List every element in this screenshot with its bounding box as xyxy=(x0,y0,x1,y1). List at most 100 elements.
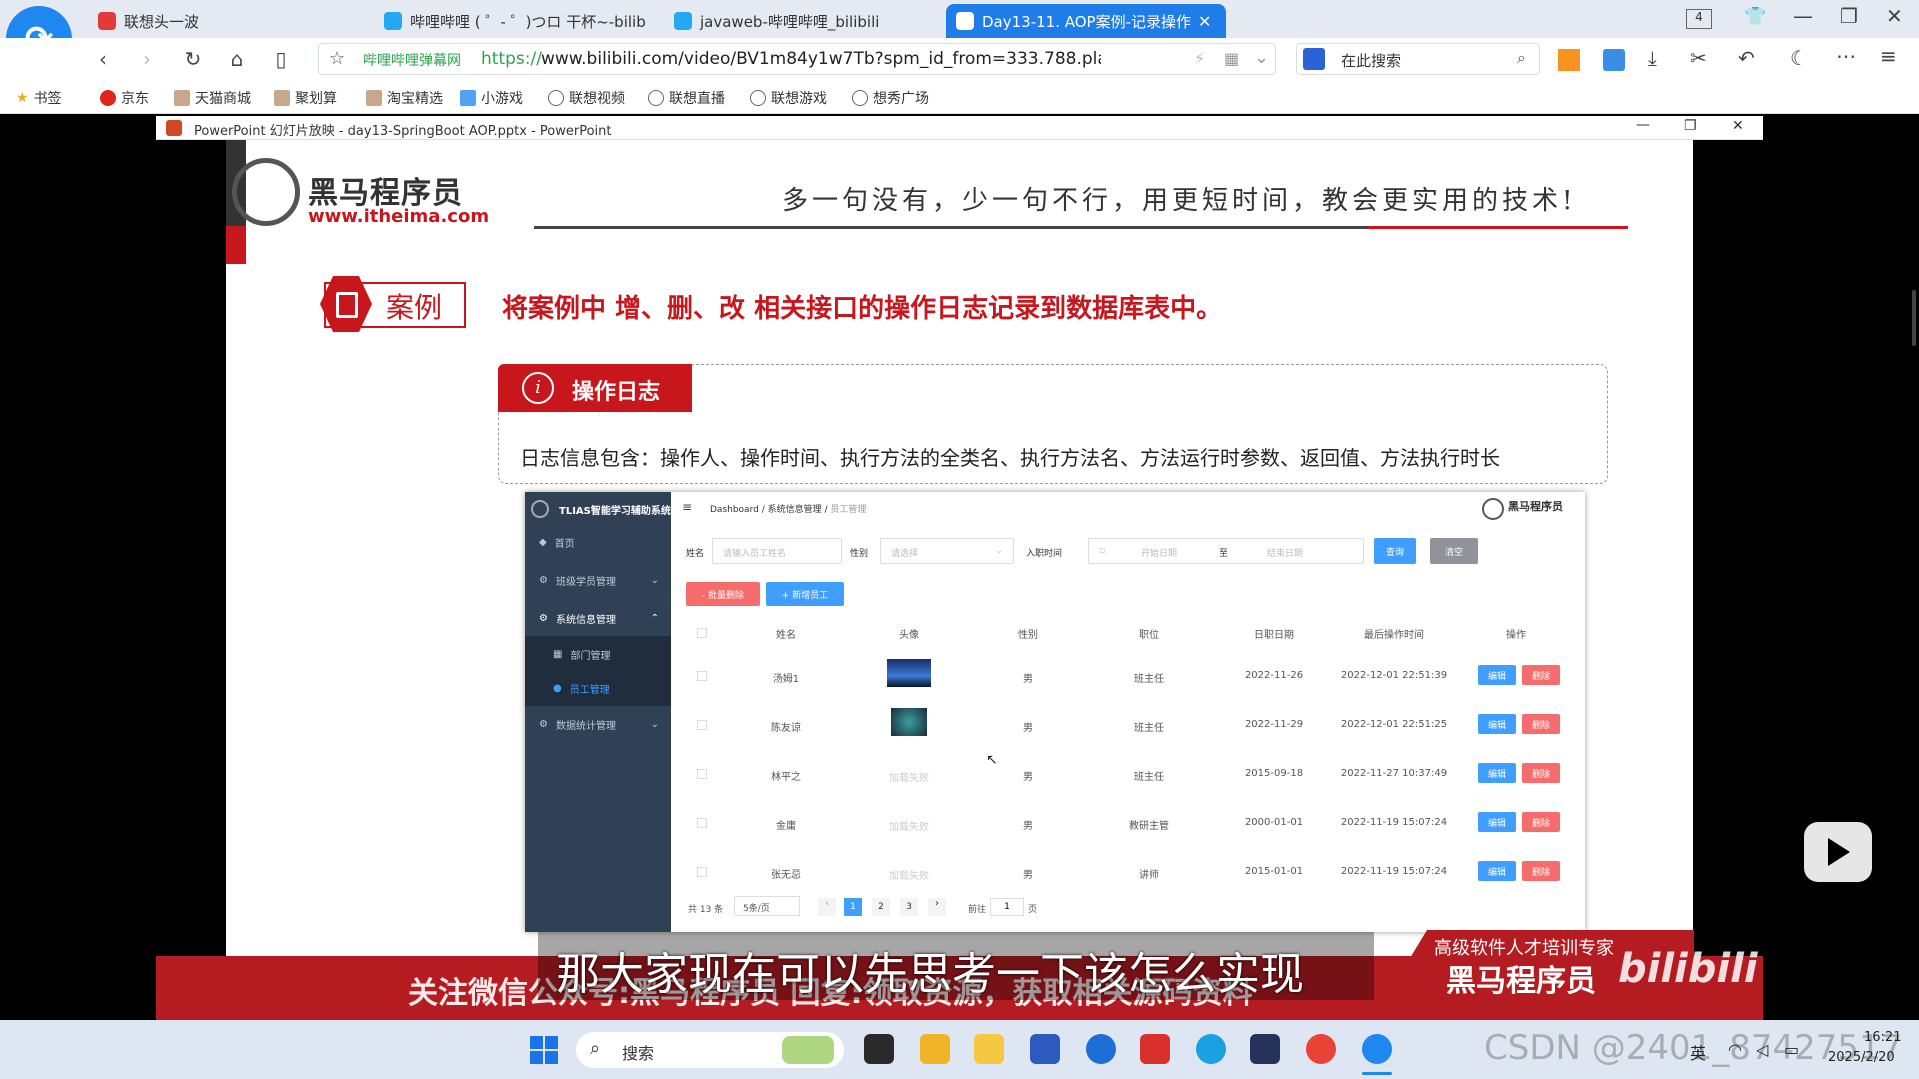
edit-button[interactable]: 编辑 xyxy=(1478,861,1516,881)
back-icon[interactable]: ‹ xyxy=(90,46,116,72)
page-1[interactable]: 1 xyxy=(844,898,862,916)
lenovo-icon[interactable] xyxy=(1086,1034,1116,1064)
delete-button[interactable]: 删除 xyxy=(1522,861,1560,881)
reading-mode-icon[interactable]: ▯ xyxy=(268,46,294,72)
store-icon[interactable] xyxy=(1030,1034,1060,1064)
taskbar-search[interactable]: ⌕ 搜索 xyxy=(576,1032,844,1068)
delete-button[interactable]: 删除 xyxy=(1522,665,1560,685)
shirt-icon[interactable]: 👕 xyxy=(1744,6,1766,27)
goto-input[interactable]: 1 xyxy=(990,898,1024,916)
bookmark-item[interactable]: 联想视频 xyxy=(548,88,625,108)
battery-icon[interactable]: ▭ xyxy=(1784,1040,1799,1059)
menu-home[interactable]: ◆ 首页 xyxy=(525,524,671,560)
search-engine-icon[interactable] xyxy=(1303,48,1325,70)
wifi-icon[interactable]: ◠ xyxy=(1728,1040,1742,1059)
tab-2[interactable]: 哔哩哔哩 ( ゜- ゜)つロ 干杯~-bilib xyxy=(374,4,646,38)
clock-date[interactable]: 2025/2/20 xyxy=(1828,1050,1895,1065)
app-icon[interactable] xyxy=(1250,1034,1280,1064)
volume-icon[interactable]: ◁ xyxy=(1756,1040,1768,1059)
bookmark-item[interactable]: 京东 xyxy=(100,88,149,108)
breadcrumb-item[interactable]: 系统信息管理 xyxy=(768,505,822,515)
chrome-icon[interactable] xyxy=(1306,1034,1336,1064)
restore-icon[interactable]: ❐ xyxy=(1684,118,1697,134)
bookmark-item[interactable]: 联想游戏 xyxy=(750,88,827,108)
menu-class[interactable]: ⚙ 班级学员管理 ⌄ xyxy=(525,562,671,598)
clock-time[interactable]: 16:21 xyxy=(1864,1030,1901,1045)
lightning-icon[interactable]: ⚡ xyxy=(1194,49,1205,68)
menu-stats[interactable]: ⚙ 数据统计管理 ⌄ xyxy=(525,706,671,742)
edit-button[interactable]: 编辑 xyxy=(1478,763,1516,783)
bookmark-item[interactable]: 聚划算 xyxy=(274,88,337,108)
ime-indicator[interactable]: 英 xyxy=(1690,1040,1706,1064)
search-input[interactable]: 在此搜索 xyxy=(1341,50,1401,71)
next-page-icon[interactable]: › xyxy=(928,898,946,916)
minimize-icon[interactable]: — xyxy=(1636,117,1650,133)
star-icon[interactable]: ☆ xyxy=(329,48,345,69)
page-2[interactable]: 2 xyxy=(872,898,890,916)
row-checkbox[interactable] xyxy=(697,720,707,730)
more-icon[interactable]: ⋯ xyxy=(1836,44,1856,68)
row-checkbox[interactable] xyxy=(697,671,707,681)
tab-count-badge[interactable]: 4 xyxy=(1686,9,1712,29)
send-icon[interactable] xyxy=(1603,49,1625,71)
start-icon[interactable] xyxy=(530,1036,558,1064)
delete-button[interactable]: 删除 xyxy=(1522,714,1560,734)
bookmark-item[interactable]: ★ 书签 xyxy=(16,88,62,108)
row-checkbox[interactable] xyxy=(697,867,707,877)
breadcrumb-item[interactable]: Dashboard xyxy=(710,505,759,515)
forward-icon[interactable]: › xyxy=(134,46,160,72)
reload-icon[interactable]: ↻ xyxy=(180,46,206,72)
add-employee-button[interactable]: + 新增员工 xyxy=(766,582,844,606)
query-button[interactable]: 查询 xyxy=(1374,538,1416,564)
chevron-down-icon[interactable]: ⌄ xyxy=(1254,47,1269,68)
menu-system[interactable]: ⚙ 系统信息管理 ⌃ xyxy=(525,600,671,636)
tab-active[interactable]: Day13-11. AOP案例-记录操作 ✕ xyxy=(946,4,1226,38)
home-icon[interactable]: ⌂ xyxy=(224,46,250,72)
date-range-picker[interactable]: ▫ 开始日期 至 结束日期 xyxy=(1088,538,1364,564)
scissors-icon[interactable]: ✂ xyxy=(1690,46,1707,70)
tab-close-icon[interactable]: ✕ xyxy=(1198,12,1211,31)
bookmark-item[interactable]: 淘宝精选 xyxy=(366,88,443,108)
edit-button[interactable]: 编辑 xyxy=(1478,714,1516,734)
edit-button[interactable]: 编辑 xyxy=(1478,665,1516,685)
page-size-select[interactable]: 5条/页 xyxy=(734,896,800,916)
batch-delete-button[interactable]: - 批量删除 xyxy=(686,582,760,606)
restore-icon[interactable]: ❐ xyxy=(1840,4,1858,28)
task-view-icon[interactable] xyxy=(864,1034,894,1064)
bookmark-item[interactable]: 想秀广场 xyxy=(852,88,929,108)
clear-button[interactable]: 清空 xyxy=(1430,538,1478,564)
qr-icon[interactable]: ▦ xyxy=(1224,49,1239,68)
bookmark-item[interactable]: 小游戏 xyxy=(460,88,523,108)
url-text[interactable]: www.bilibili.com/video/BV1m84y1w7Tb?spm_… xyxy=(541,49,1101,69)
gender-filter-select[interactable]: 请选择 ⌄ xyxy=(880,538,1014,564)
select-all-checkbox[interactable] xyxy=(697,628,707,638)
browser-icon[interactable] xyxy=(1362,1034,1392,1064)
scrollbar-thumb[interactable] xyxy=(1912,290,1916,346)
delete-button[interactable]: 删除 xyxy=(1522,812,1560,832)
menu-emp[interactable]: ● 员工管理 xyxy=(525,670,671,706)
edge-icon[interactable] xyxy=(1196,1034,1226,1064)
row-checkbox[interactable] xyxy=(697,769,707,779)
name-filter-input[interactable]: 请输入员工姓名 xyxy=(712,538,842,564)
download-icon[interactable]: ⤓ xyxy=(1648,46,1657,70)
delete-button[interactable]: 删除 xyxy=(1522,763,1560,783)
search-icon[interactable]: ⌕ xyxy=(1517,48,1526,68)
extension-icon[interactable] xyxy=(1558,49,1580,71)
menu-icon[interactable]: ≡ xyxy=(1880,44,1897,68)
tab-3[interactable]: javaweb-哔哩哔哩_bilibili xyxy=(664,4,936,38)
search-box[interactable]: 在此搜索 ⌕ xyxy=(1296,43,1540,75)
bookmark-item[interactable]: 联想直播 xyxy=(648,88,725,108)
page-3[interactable]: 3 xyxy=(900,898,918,916)
file-explorer-icon[interactable] xyxy=(974,1034,1004,1064)
close-icon[interactable]: ✕ xyxy=(1732,118,1744,134)
minimize-icon[interactable]: — xyxy=(1793,4,1813,28)
tab-1[interactable]: 联想头一波 xyxy=(88,4,358,38)
address-bar[interactable]: ☆ 哔哩哔哩弹幕网 https:// www.bilibili.com/vide… xyxy=(318,43,1276,75)
wps-icon[interactable] xyxy=(1140,1034,1170,1064)
hamburger-icon[interactable]: ≡ xyxy=(682,500,692,514)
close-icon[interactable]: ✕ xyxy=(1886,4,1903,28)
menu-dept[interactable]: ▦ 部门管理 xyxy=(525,636,671,672)
edit-button[interactable]: 编辑 xyxy=(1478,812,1516,832)
row-checkbox[interactable] xyxy=(697,818,707,828)
undo-icon[interactable]: ↶ xyxy=(1738,46,1755,70)
